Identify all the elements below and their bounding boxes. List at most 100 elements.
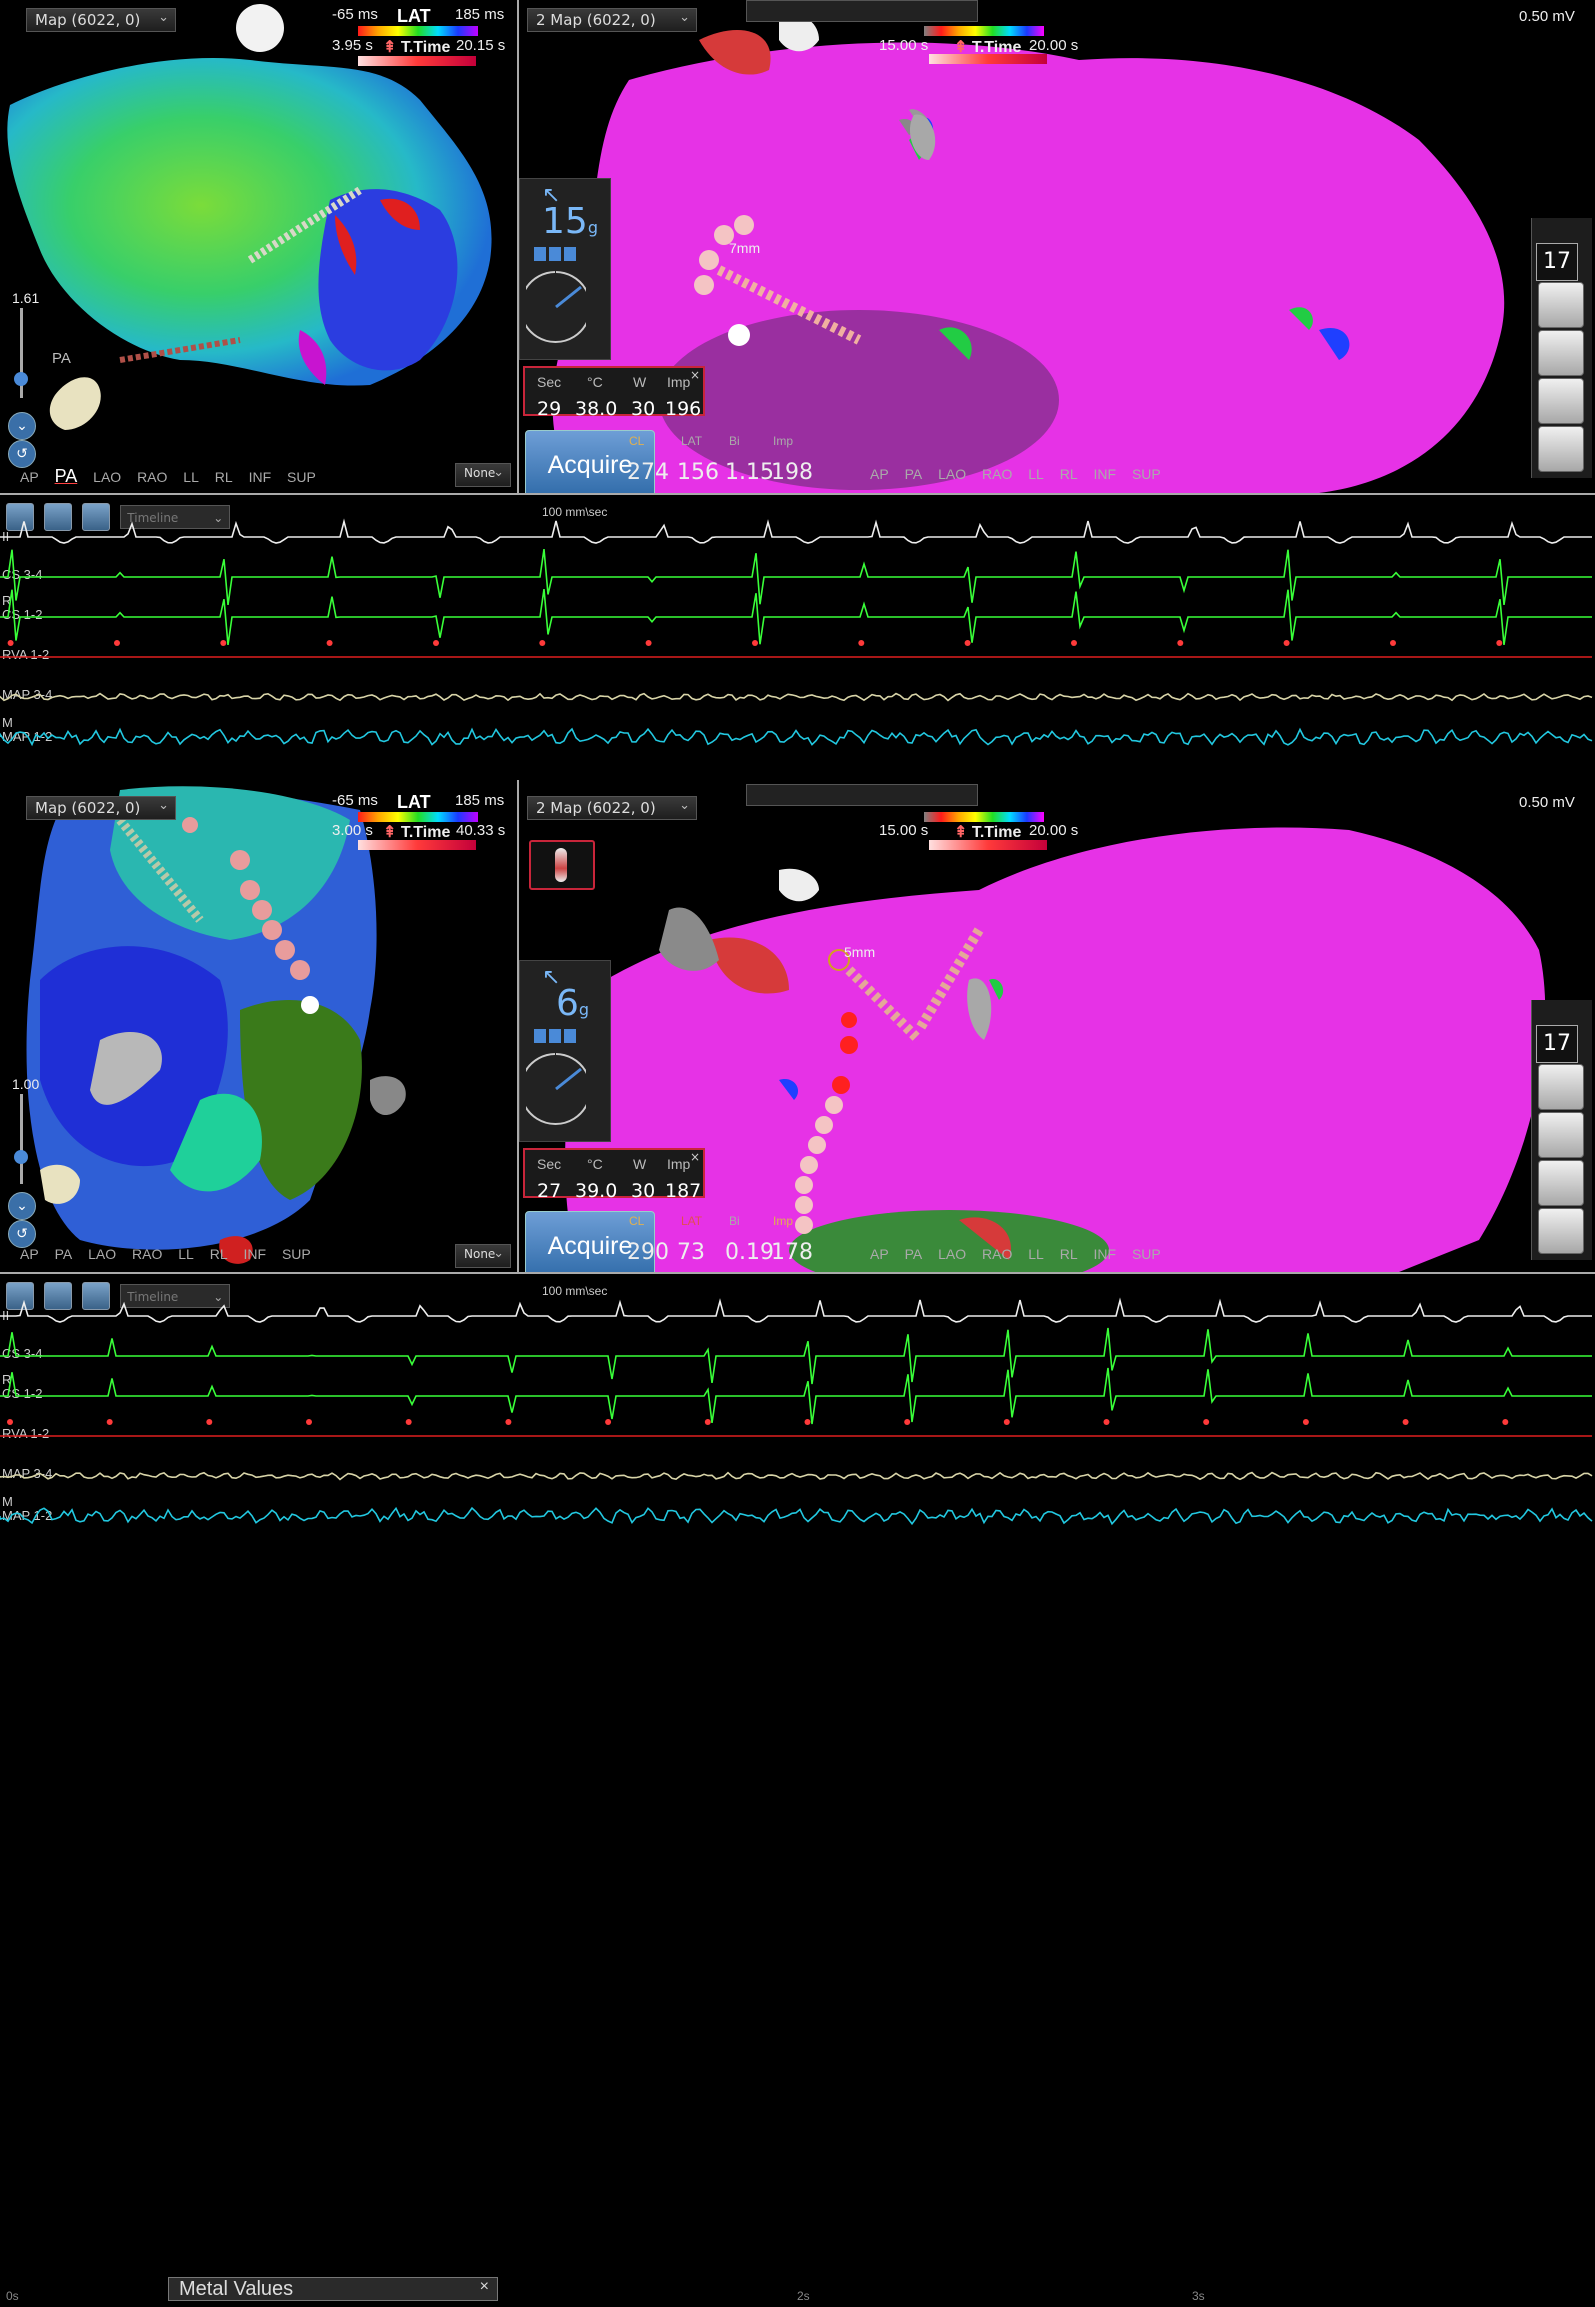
- view-rl-button[interactable]: RL: [210, 1246, 228, 1262]
- panel-a-lat-map-view[interactable]: Map (6022, 0) ⌄ -65 ms LAT 185 ms 3.95 s…: [0, 0, 517, 493]
- metal-values-tab[interactable]: Metal Values ×: [168, 2277, 498, 2301]
- tool-button-1[interactable]: [1538, 1064, 1584, 1110]
- tool-button-3[interactable]: [1538, 378, 1584, 424]
- metal-values-label: Metal Values: [179, 2278, 293, 2300]
- view-rao-button[interactable]: RAO: [137, 469, 167, 485]
- beat-marker: [107, 1419, 113, 1425]
- view-pa-button[interactable]: PA: [55, 1246, 73, 1262]
- rotate-down-icon[interactable]: ⌄: [8, 412, 36, 440]
- ttime-max: 20.00 s: [1029, 37, 1078, 54]
- view-sup-button[interactable]: SUP: [1132, 466, 1161, 482]
- view-lao-button[interactable]: LAO: [88, 1246, 116, 1262]
- view-pa-button[interactable]: PA: [905, 466, 923, 482]
- none-dropdown[interactable]: None ⌄: [455, 463, 511, 487]
- view-rl-button[interactable]: RL: [1060, 466, 1078, 482]
- close-icon[interactable]: ×: [690, 368, 700, 382]
- ttime-max: 40.33 s: [456, 822, 505, 839]
- zoom-slider-handle[interactable]: [14, 372, 28, 386]
- ttime-label: ⇞ T.Time: [383, 37, 450, 57]
- rotate-down-icon[interactable]: ⌄: [8, 1192, 36, 1220]
- ecg-trace-5: [0, 1508, 1592, 1524]
- view-rao-button[interactable]: RAO: [982, 466, 1012, 482]
- view-pa-button[interactable]: PA: [55, 466, 78, 486]
- tool-button-3[interactable]: [1538, 1160, 1584, 1206]
- ttime-label-text: T.Time: [972, 824, 1022, 841]
- view-ll-button[interactable]: LL: [1028, 1246, 1044, 1262]
- panel-b-voltage-map-view[interactable]: 2 Map (6022, 0) ⌄ 0.50 mV 15.00 s ⇞ T.Ti…: [519, 780, 1595, 1272]
- view-lao-button[interactable]: LAO: [93, 469, 121, 485]
- reset-view-icon[interactable]: ↺: [8, 440, 36, 468]
- stat-cl-value: 274: [627, 460, 669, 485]
- view-ll-button[interactable]: LL: [178, 1246, 194, 1262]
- zoom-slider[interactable]: [20, 1094, 23, 1184]
- none-dropdown-value: None: [464, 466, 495, 480]
- ablation-header-watt: W: [633, 374, 646, 390]
- tool-button-4[interactable]: [1538, 1208, 1584, 1254]
- time-ruler-3: 3s: [1192, 2289, 1205, 2303]
- ablation-sec-value: 29: [537, 398, 561, 420]
- view-inf-button[interactable]: INF: [244, 1246, 267, 1262]
- beat-marker: [752, 640, 758, 646]
- tool-button-2[interactable]: [1538, 1112, 1584, 1158]
- ablation-imp-value: 196: [665, 398, 701, 420]
- map-select-dropdown[interactable]: Map (6022, 0) ⌄: [26, 8, 176, 32]
- map-select-dropdown[interactable]: 2 Map (6022, 0) ⌄: [527, 8, 697, 32]
- view-inf-button[interactable]: INF: [1094, 466, 1117, 482]
- ablation-sec-value: 27: [537, 1180, 561, 1202]
- chevron-down-icon: ⌄: [493, 1246, 504, 1261]
- voltage-color-scale: [924, 26, 1044, 36]
- beat-marker: [1403, 1419, 1409, 1425]
- force-bars-icon: [534, 1029, 576, 1043]
- view-ll-button[interactable]: LL: [183, 469, 199, 485]
- close-icon[interactable]: ×: [480, 2278, 489, 2296]
- stat-header-bi: Bi: [729, 1214, 740, 1228]
- view-rao-button[interactable]: RAO: [982, 1246, 1012, 1262]
- beat-marker: [904, 1419, 910, 1425]
- tool-number-box[interactable]: 17: [1536, 1025, 1578, 1063]
- panel-a-voltage-map-view[interactable]: 2 Map (6022, 0) ⌄ 0.50 mV 15.00 s ⇞ T.Ti…: [519, 0, 1595, 493]
- view-lao-button[interactable]: LAO: [938, 1246, 966, 1262]
- catheter-thumbnail[interactable]: [529, 840, 595, 890]
- close-icon[interactable]: ×: [690, 1150, 700, 1164]
- view-inf-button[interactable]: INF: [249, 469, 272, 485]
- view-ap-button[interactable]: AP: [20, 469, 39, 485]
- view-sup-button[interactable]: SUP: [282, 1246, 311, 1262]
- view-sup-button[interactable]: SUP: [1132, 1246, 1161, 1262]
- beat-marker: [605, 1419, 611, 1425]
- map-select-dropdown[interactable]: Map (6022, 0) ⌄: [26, 796, 176, 820]
- view-rl-button[interactable]: RL: [215, 469, 233, 485]
- view-ap-button[interactable]: AP: [870, 1246, 889, 1262]
- stat-lat-value: 73: [677, 1240, 705, 1265]
- panel-b-lat-map-view[interactable]: Map (6022, 0) ⌄ -65 ms LAT 185 ms 3.00 s…: [0, 780, 517, 1272]
- view-ap-button[interactable]: AP: [870, 466, 889, 482]
- view-ll-button[interactable]: LL: [1028, 466, 1044, 482]
- view-inf-button[interactable]: INF: [1094, 1246, 1117, 1262]
- catheter-icon: [555, 848, 567, 882]
- view-ap-button[interactable]: AP: [20, 1246, 39, 1262]
- map-select-dropdown[interactable]: 2 Map (6022, 0) ⌄: [527, 796, 697, 820]
- view-pa-button[interactable]: PA: [905, 1246, 923, 1262]
- zoom-slider-handle[interactable]: [14, 1150, 28, 1164]
- tool-button-2[interactable]: [1538, 330, 1584, 376]
- beat-marker: [1203, 1419, 1209, 1425]
- beat-marker: [1071, 640, 1077, 646]
- ecg-trace-2: [0, 1368, 1592, 1424]
- stat-header-cl: CL: [629, 434, 644, 448]
- lat-map-surface: [0, 0, 517, 493]
- top-toolbar: [746, 0, 978, 22]
- contact-force-number: 15: [542, 201, 588, 242]
- lat-scale-max: 185 ms: [455, 792, 504, 809]
- tool-number-box[interactable]: 17: [1536, 243, 1578, 281]
- view-rl-button[interactable]: RL: [1060, 1246, 1078, 1262]
- reset-view-icon[interactable]: ↺: [8, 1220, 36, 1248]
- view-sup-button[interactable]: SUP: [287, 469, 316, 485]
- ecg-trace-0: [0, 521, 1592, 543]
- tool-button-1[interactable]: [1538, 282, 1584, 328]
- tool-button-4[interactable]: [1538, 426, 1584, 472]
- ablation-header-imp: Imp: [667, 1156, 690, 1172]
- none-dropdown[interactable]: None ⌄: [455, 1244, 511, 1268]
- contact-force-panel: ↖ 6g: [519, 960, 611, 1142]
- view-lao-button[interactable]: LAO: [938, 466, 966, 482]
- view-rao-button[interactable]: RAO: [132, 1246, 162, 1262]
- stat-header-cl: CL: [629, 1214, 644, 1228]
